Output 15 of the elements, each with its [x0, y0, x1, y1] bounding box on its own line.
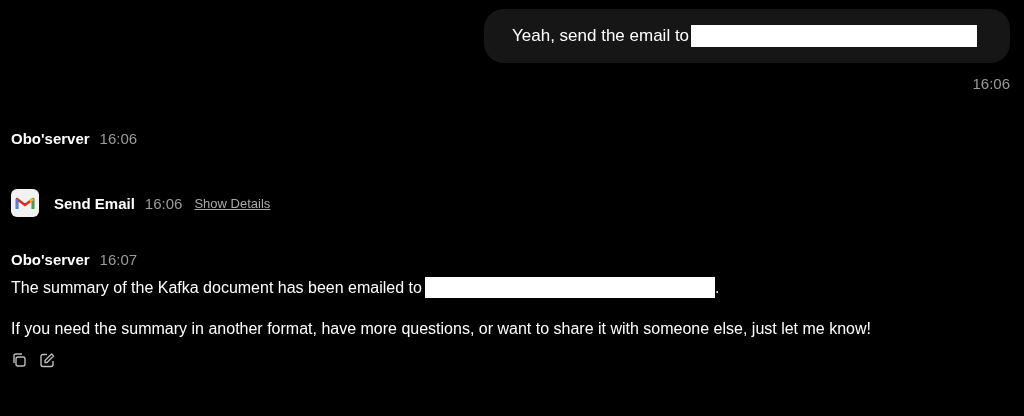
timestamp: 16:06	[972, 75, 1010, 92]
edit-icon[interactable]	[39, 352, 55, 368]
timestamp: 16:07	[99, 251, 138, 268]
sender-name: Obo'server	[11, 130, 90, 147]
mail-app-icon	[11, 189, 39, 217]
sender-name: Obo'server	[11, 251, 90, 268]
timestamp: 16:06	[144, 194, 183, 212]
message-text: Yeah, send the email to	[512, 26, 690, 46]
message-text: The summary of the Kafka document has been emailed to	[11, 278, 422, 297]
message-text: .	[714, 278, 720, 297]
show-details-link[interactable]: Show Details	[194, 195, 271, 211]
tool-name: Send Email	[54, 194, 135, 212]
message-text: If you need the summary in another format, have more questions, or want to share it with someone else, just let me know!	[11, 320, 872, 338]
timestamp: 16:06	[99, 130, 138, 147]
copy-icon[interactable]	[11, 352, 27, 368]
